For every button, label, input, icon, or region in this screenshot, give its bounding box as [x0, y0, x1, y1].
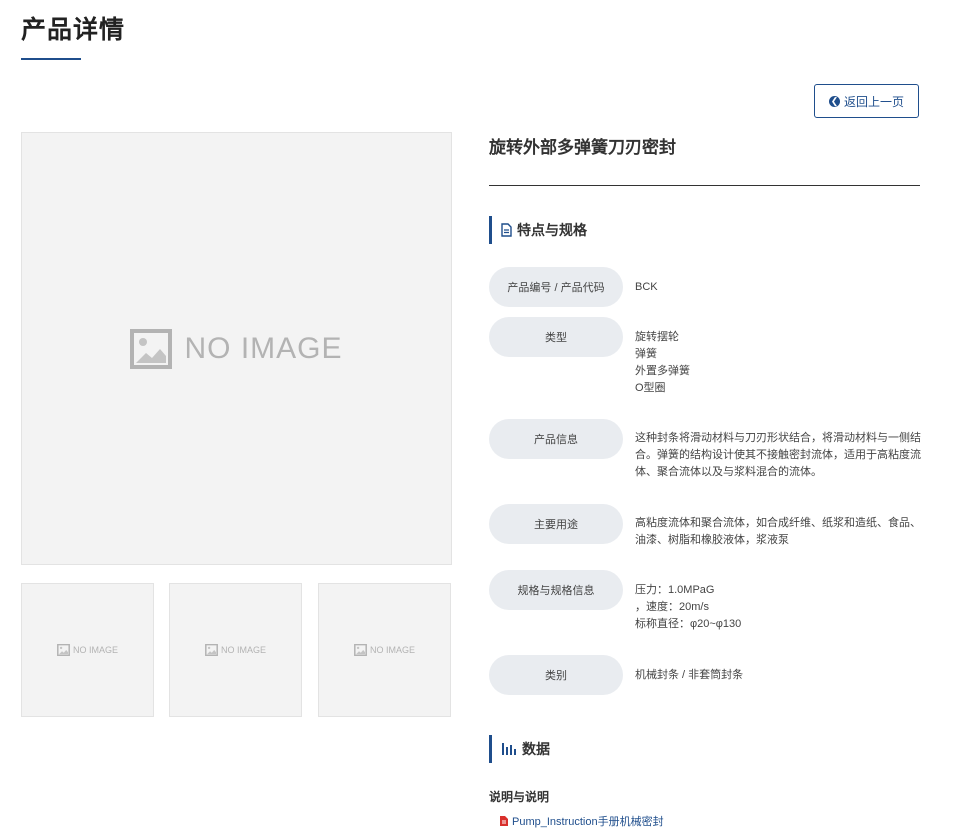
no-image-text: NO IMAGE — [72, 645, 118, 655]
arrow-left-circle-icon: ❮ — [828, 95, 840, 107]
data-heading-label: 数据 — [522, 741, 550, 757]
spec-value: 这种封条将滑动材料与刀刃形状结合，将滑动材料与一侧结合。弹簧的结构设计使其不接触… — [635, 432, 921, 478]
spec-label: 产品编号 / 产品代码 — [489, 267, 623, 307]
no-image-placeholder: NO IMAGE — [57, 644, 118, 656]
spec-label: 规格与规格信息 — [489, 570, 623, 610]
spec-label: 类型 — [489, 317, 623, 357]
spec-value: 压力：1.0MPaG ，速度：20m/s 标称直径：φ20~φ130 — [635, 584, 742, 630]
no-image-placeholder: NO IMAGE — [205, 644, 266, 656]
thumbnail-1[interactable]: NO IMAGE — [21, 583, 154, 717]
spec-label: 主要用途 — [489, 504, 623, 544]
pdf-download-link[interactable]: Pump_Instruction手册机械密封 — [499, 813, 664, 829]
spec-value: 机械封条 / 非套筒封条 — [635, 669, 744, 681]
thumbnail-3[interactable]: NO IMAGE — [318, 583, 451, 717]
no-image-text: NO IMAGE — [220, 645, 266, 655]
back-button-label: 返回上一页 — [843, 94, 904, 109]
pdf-link-text[interactable]: Pump_Instruction手册机械密封 — [512, 813, 664, 829]
title-underline — [21, 58, 81, 60]
image-placeholder-icon — [130, 328, 173, 369]
image-placeholder-icon — [57, 644, 70, 656]
image-placeholder-icon — [354, 644, 367, 656]
back-button[interactable]: ❮ 返回上一页 — [814, 84, 919, 118]
product-name: 旋转外部多弹簧刀刃密封 — [489, 138, 676, 157]
image-placeholder-icon — [205, 644, 218, 656]
main-product-image: NO IMAGE — [21, 132, 452, 565]
thumbnail-2[interactable]: NO IMAGE — [169, 583, 302, 717]
features-heading-label: 特点与规格 — [517, 222, 587, 238]
spec-label: 产品信息 — [489, 419, 623, 459]
features-heading: 特点与规格 — [489, 216, 587, 244]
no-image-text: NO IMAGE — [184, 331, 343, 365]
data-heading: 数据 — [489, 735, 550, 763]
spec-value: 旋转摆轮 弹簧 外置多弹簧 O型圈 — [635, 331, 690, 394]
no-image-placeholder: NO IMAGE — [354, 644, 415, 656]
divider — [489, 185, 920, 186]
spec-label: 类别 — [489, 655, 623, 695]
no-image-text: NO IMAGE — [369, 645, 415, 655]
document-icon — [501, 223, 512, 237]
spec-value: BCK — [635, 281, 658, 293]
spec-value: 高粘度流体和聚合流体，如合成纤维、纸浆和造纸、食品、油漆、树脂和橡胶液体，浆液泵 — [635, 517, 921, 546]
pdf-icon — [500, 816, 508, 826]
page-title: 产品详情 — [21, 16, 126, 44]
no-image-placeholder: NO IMAGE — [130, 328, 343, 369]
bar-chart-icon — [502, 743, 516, 755]
docs-label: 说明与说明 — [489, 790, 550, 804]
